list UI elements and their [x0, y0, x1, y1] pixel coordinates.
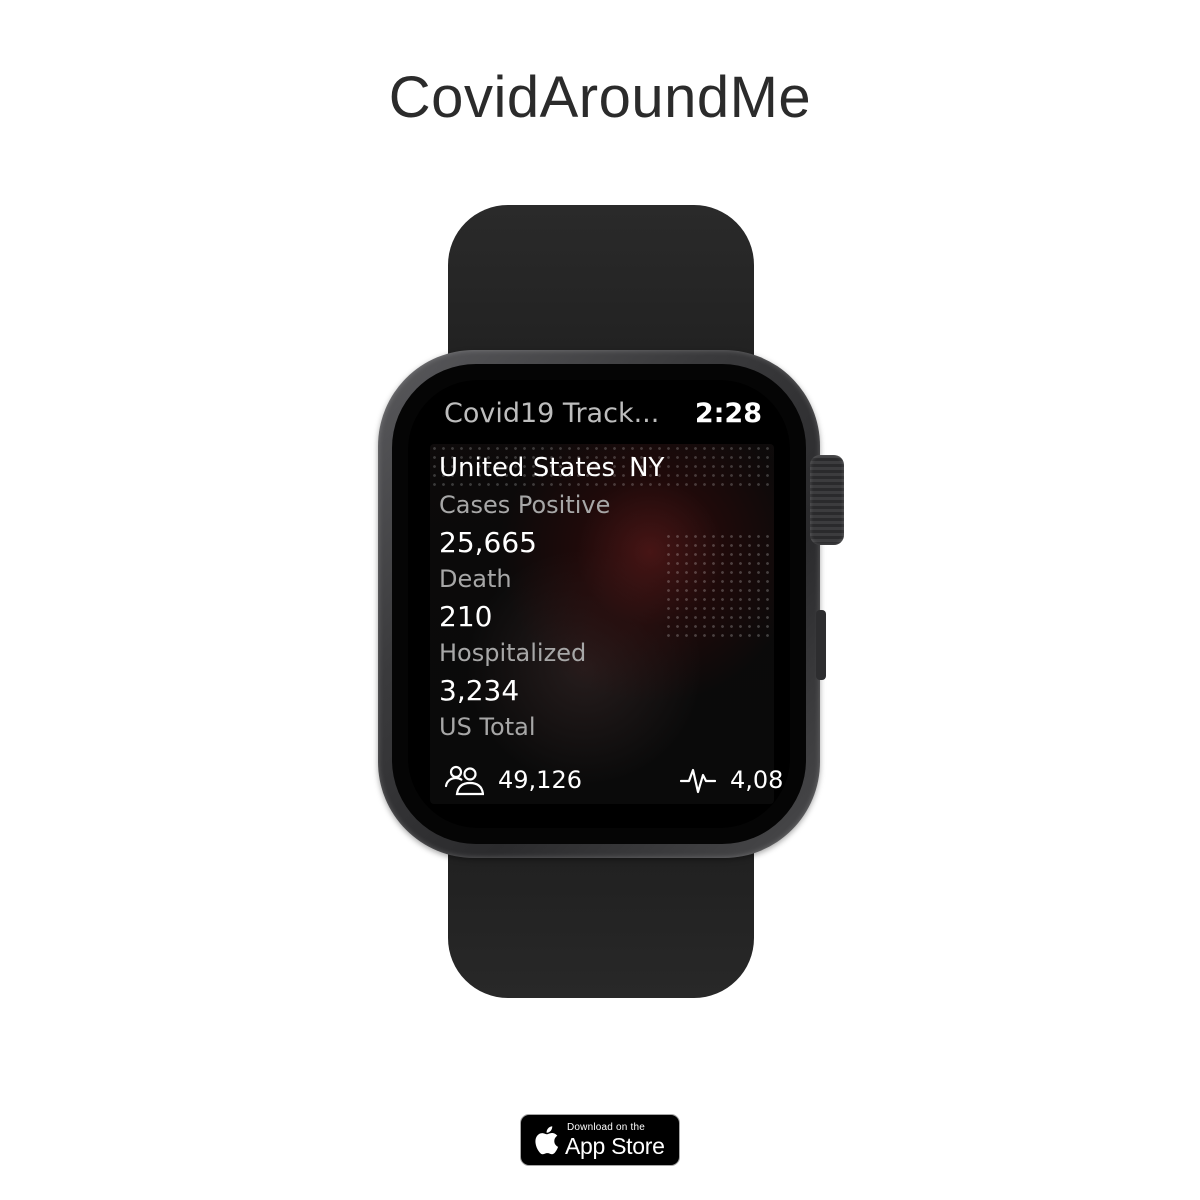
us-total-cases-value: 49,126	[498, 766, 582, 794]
location-row: United States NY	[439, 450, 779, 487]
watch-screen[interactable]: Covid19 Track... 2:28 United States NY Ca…	[408, 380, 790, 828]
clock: 2:28	[694, 398, 762, 429]
people-icon	[444, 765, 484, 796]
us-total-row: 49,126 4,08	[444, 764, 783, 800]
country-name: United States	[439, 453, 616, 483]
app-store-badge[interactable]: Download on the App Store	[520, 1114, 680, 1166]
us-total-deaths-value: 4,08	[730, 766, 784, 794]
hospitalized-value: 3,234	[439, 674, 520, 707]
badge-big-text: App Store	[565, 1133, 665, 1159]
us-total-label: US Total	[439, 713, 536, 741]
page-title: CovidAroundMe	[388, 65, 812, 130]
pulse-icon	[680, 768, 716, 794]
digital-crown[interactable]	[810, 455, 844, 545]
side-button[interactable]	[816, 610, 826, 680]
cases-positive-value: 25,665	[439, 526, 537, 559]
app-title[interactable]: Covid19 Track...	[444, 398, 659, 429]
cases-positive-label: Cases Positive	[439, 491, 611, 519]
death-value: 210	[439, 600, 493, 633]
apple-logo-icon	[535, 1126, 559, 1155]
us-total-deaths: 4,08	[680, 764, 783, 796]
badge-small-text: Download on the	[567, 1122, 646, 1133]
stats-list: United States NY Cases Positive 25,665 De…	[439, 450, 779, 746]
state-name: NY	[629, 453, 665, 483]
hospitalized-label: Hospitalized	[439, 639, 587, 667]
death-label: Death	[439, 565, 512, 593]
us-total-cases: 49,126	[444, 764, 582, 796]
